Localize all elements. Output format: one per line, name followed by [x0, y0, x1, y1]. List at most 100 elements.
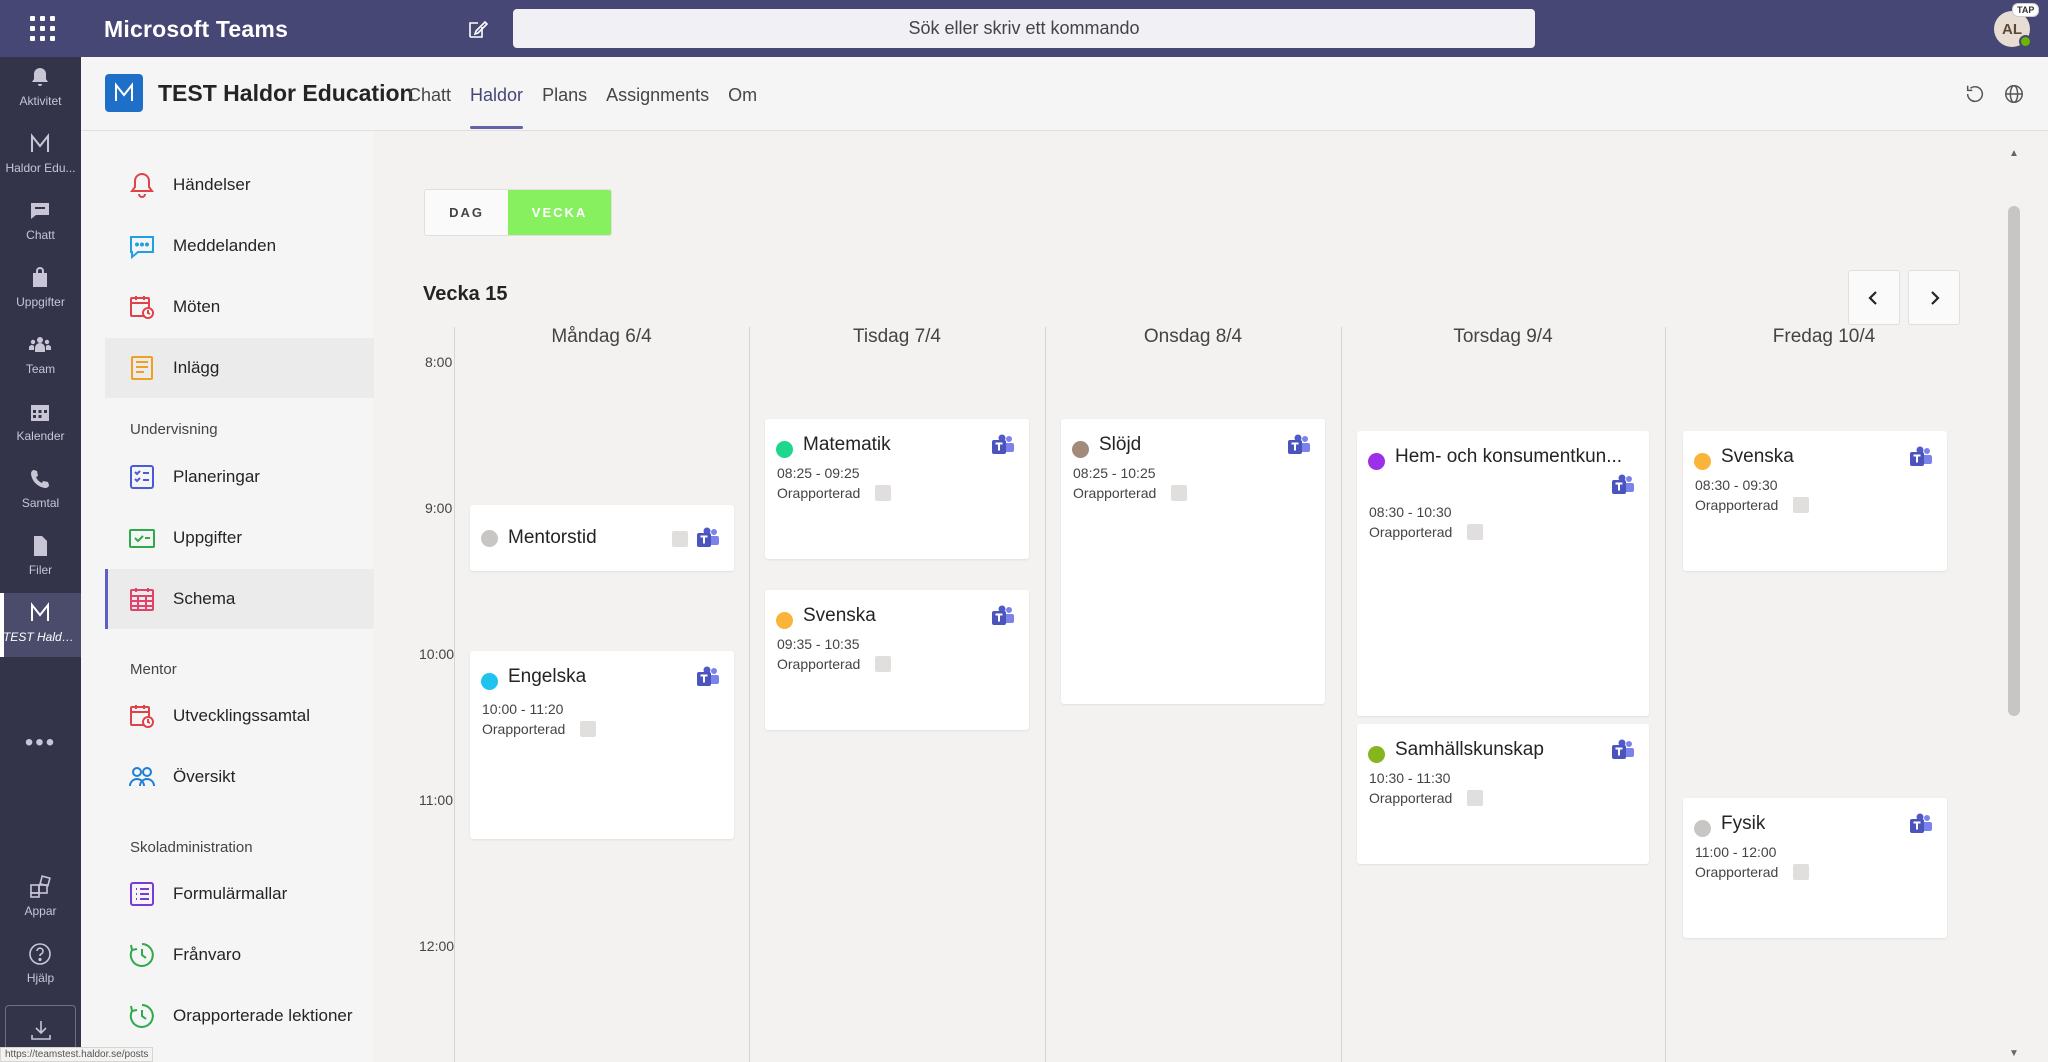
- chat-icon: [31, 203, 49, 219]
- compose-icon[interactable]: [466, 17, 490, 41]
- rail-item-calls[interactable]: Samtal: [0, 459, 81, 523]
- calendar-icon: [31, 405, 49, 421]
- week-view-button[interactable]: VECKA: [508, 190, 611, 235]
- app-rail: Aktivitet Haldor Edu... Chatt Uppgifter …: [0, 57, 81, 1062]
- teams-meeting-icon[interactable]: [696, 526, 720, 550]
- rail-item-activity[interactable]: Aktivitet: [0, 57, 81, 121]
- lesson-title: Engelska: [508, 666, 587, 687]
- day-header: Fredag 10/4: [1772, 326, 1876, 347]
- lesson-card-hem-och-konsumentkunskap[interactable]: Hem- och konsumentkun... 08:30 - 10:30 O…: [1357, 431, 1649, 716]
- lesson-color-dot: [1368, 453, 1385, 470]
- rail-item-teams[interactable]: Team: [0, 325, 81, 389]
- nav-item-assignments[interactable]: Uppgifter: [105, 508, 374, 568]
- reported-checkbox[interactable]: [1793, 497, 1809, 513]
- teams-meeting-icon[interactable]: [991, 433, 1015, 457]
- reported-checkbox[interactable]: [672, 531, 688, 547]
- teams-meeting-icon[interactable]: [1611, 473, 1635, 497]
- reported-checkbox[interactable]: [875, 485, 891, 501]
- nav-item-label: Uppgifter: [173, 528, 242, 547]
- teams-meeting-icon[interactable]: [1287, 433, 1311, 457]
- reported-checkbox[interactable]: [1793, 864, 1809, 880]
- lesson-card-samhallskunskap[interactable]: Samhällskunskap 10:30 - 11:30 Orapporter…: [1357, 724, 1649, 864]
- tab-assignments[interactable]: Assignments: [606, 57, 709, 131]
- lesson-color-dot: [1072, 441, 1089, 458]
- lesson-card-svenska-fredag[interactable]: Svenska 08:30 - 09:30 Orapporterad: [1683, 431, 1947, 571]
- tab-chat[interactable]: Chatt: [408, 57, 451, 131]
- teams-meeting-icon[interactable]: [1909, 812, 1933, 836]
- rail-item-files[interactable]: Filer: [0, 526, 81, 590]
- assignment-icon: [129, 529, 155, 548]
- lesson-card-svenska-tisdag[interactable]: Svenska 09:35 - 10:35 Orapporterad: [765, 590, 1029, 730]
- reported-checkbox[interactable]: [580, 721, 596, 737]
- previous-week-button[interactable]: [1848, 270, 1900, 325]
- nav-item-absence[interactable]: Frånvaro: [105, 925, 374, 985]
- nav-item-form-templates[interactable]: Formulärmallar: [105, 864, 374, 924]
- globe-icon[interactable]: [2003, 83, 2025, 105]
- tab-about[interactable]: Om: [728, 57, 757, 131]
- lesson-status: Orapporterad: [1695, 864, 1779, 880]
- help-icon: [29, 943, 51, 965]
- search-input[interactable]: Sök eller skriv ett kommando: [513, 9, 1535, 48]
- rail-item-apps[interactable]: Appar: [0, 867, 81, 931]
- lesson-card-slojd[interactable]: Slöjd 08:25 - 10:25 Orapporterad: [1061, 419, 1325, 704]
- column-divider: [454, 327, 455, 1062]
- nav-item-plans[interactable]: Planeringar: [105, 447, 374, 507]
- lesson-card-fysik[interactable]: Fysik 11:00 - 12:00 Orapporterad: [1683, 798, 1947, 938]
- haldor-sidenav: Händelser Meddelanden Möten Inlägg Under…: [81, 131, 374, 1062]
- rail-item-test-haldor[interactable]: TEST Haldor...: [0, 593, 81, 657]
- lesson-title: Svenska: [803, 605, 876, 626]
- rail-item-haldor[interactable]: Haldor Edu...: [0, 124, 81, 188]
- scroll-up-icon[interactable]: ▲: [2009, 148, 2019, 159]
- nav-item-label: Frånvaro: [173, 945, 242, 964]
- reported-checkbox[interactable]: [1467, 790, 1483, 806]
- teams-meeting-icon[interactable]: [696, 665, 720, 689]
- lesson-card-matematik[interactable]: Matematik 08:25 - 09:25 Orapporterad: [765, 419, 1029, 559]
- teams-meeting-icon[interactable]: [991, 604, 1015, 628]
- time-label: 11:00: [419, 792, 453, 808]
- rail-item-help[interactable]: Hjälp: [0, 934, 81, 998]
- lesson-card-mentorstid[interactable]: Mentorstid: [470, 505, 734, 571]
- refresh-icon[interactable]: [1964, 83, 1986, 105]
- lesson-card-engelska[interactable]: Engelska 10:00 - 11:20 Orapporterad: [470, 651, 734, 839]
- lesson-title: Matematik: [803, 434, 891, 455]
- reported-checkbox[interactable]: [1171, 485, 1187, 501]
- teams-meeting-icon[interactable]: [1909, 445, 1933, 469]
- time-label: 12:00: [419, 938, 455, 954]
- nav-item-unreported[interactable]: Orapporterade lektioner: [105, 986, 374, 1046]
- rail-item-label: Hjälp: [26, 971, 55, 985]
- nav-item-schedule[interactable]: Schema: [105, 569, 374, 629]
- lesson-color-dot: [1368, 746, 1385, 763]
- form-icon: [130, 882, 154, 906]
- teams-meeting-icon[interactable]: [1611, 738, 1635, 762]
- reported-checkbox[interactable]: [875, 656, 891, 672]
- lesson-status: Orapporterad: [1369, 790, 1453, 806]
- nav-item-messages[interactable]: Meddelanden: [105, 216, 374, 276]
- nav-item-dev-talks[interactable]: Utvecklingssamtal: [105, 686, 374, 746]
- lesson-time: 10:00 - 11:20: [482, 701, 564, 717]
- nav-item-meetings[interactable]: Möten: [105, 277, 374, 337]
- rail-item-calendar[interactable]: Kalender: [0, 392, 81, 456]
- more-apps-icon[interactable]: •••: [0, 729, 81, 757]
- lesson-color-dot: [776, 612, 793, 629]
- nav-item-events[interactable]: Händelser: [105, 155, 374, 215]
- lesson-color-dot: [776, 441, 793, 458]
- reported-checkbox[interactable]: [1467, 524, 1483, 540]
- next-week-button[interactable]: [1908, 270, 1960, 325]
- scrollbar[interactable]: [2008, 206, 2020, 716]
- nav-section-mentor: Mentor: [130, 661, 177, 678]
- app-title: Microsoft Teams: [104, 16, 289, 42]
- rail-item-label: Haldor Edu...: [5, 161, 76, 175]
- tab-haldor[interactable]: Haldor: [470, 57, 524, 131]
- day-view-button[interactable]: DAG: [425, 190, 509, 235]
- nav-item-overview[interactable]: Översikt: [105, 747, 374, 807]
- tab-plans[interactable]: Plans: [542, 57, 587, 131]
- rail-item-chat[interactable]: Chatt: [0, 191, 81, 255]
- rail-item-assignments[interactable]: Uppgifter: [0, 258, 81, 322]
- rail-item-label: TEST Haldor...: [3, 630, 81, 644]
- app-launcher-icon[interactable]: [28, 14, 56, 42]
- nav-item-posts[interactable]: Inlägg: [105, 338, 374, 398]
- lesson-status: Orapporterad: [1369, 524, 1453, 540]
- haldor-icon: [115, 82, 133, 101]
- scroll-down-icon[interactable]: ▼: [2009, 1048, 2019, 1059]
- rail-item-label: Chatt: [26, 228, 55, 242]
